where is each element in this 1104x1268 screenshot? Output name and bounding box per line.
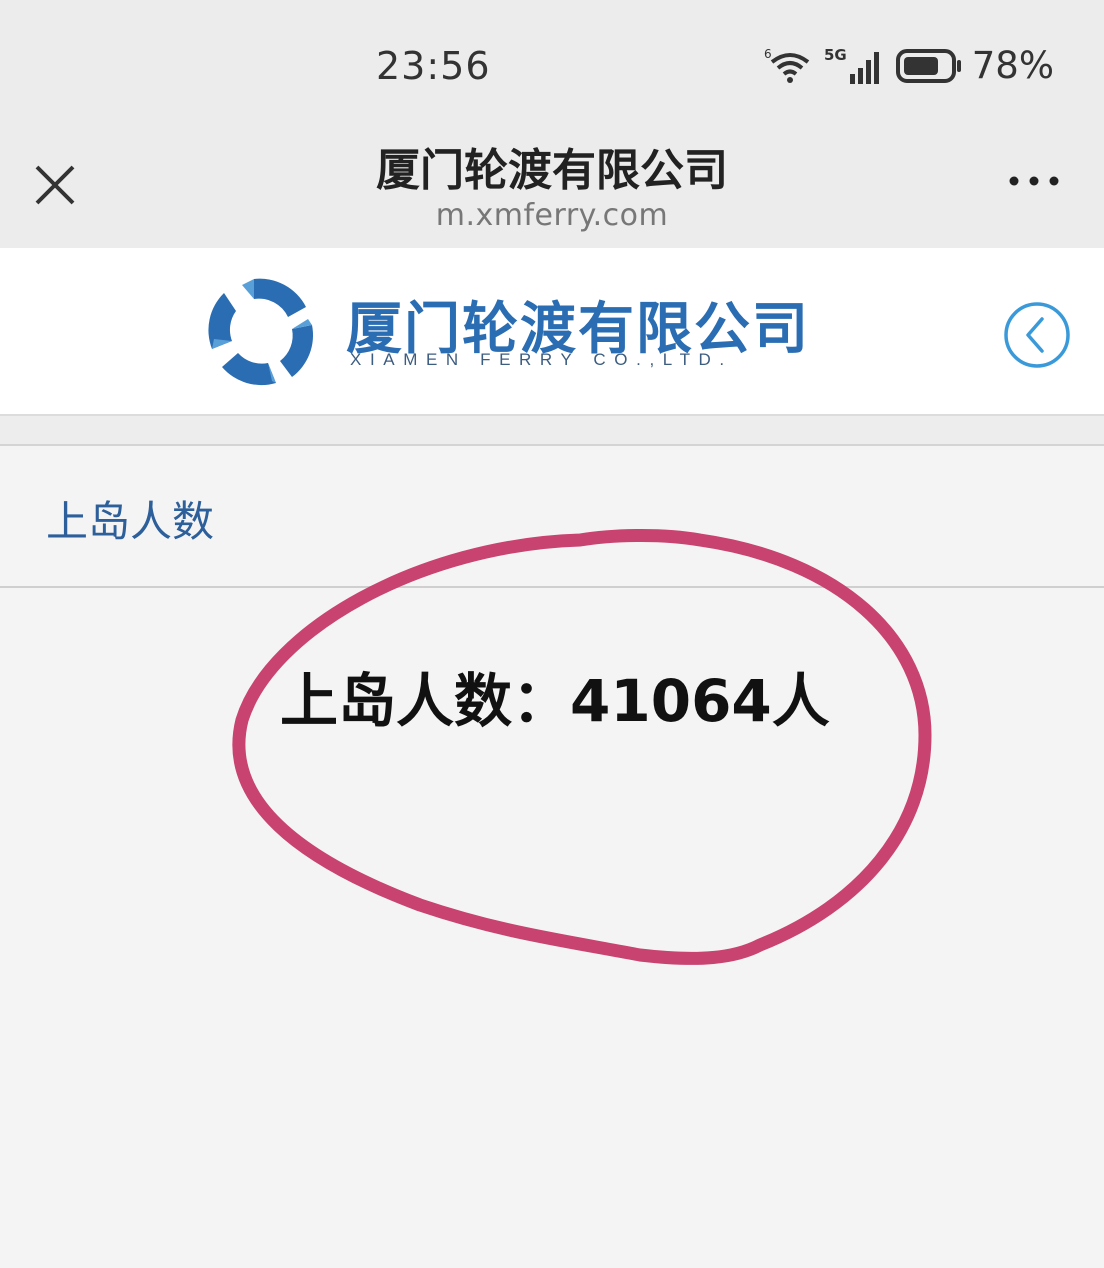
status-time: 23:56 [376,44,491,88]
ferry-logo-icon [208,278,314,386]
battery-percent: 78% [971,44,1054,87]
browser-header: 厦门轮渡有限公司 m.xmferry.com [0,120,1104,248]
status-bar: 23:56 6 5G 78% [0,0,1104,120]
cellular-signal-icon: 5G [824,46,879,84]
site-header: 厦门轮渡有限公司 XIAMEN FERRY CO.,LTD. [0,248,1104,416]
wifi-icon: 6 [764,47,809,83]
content-area: 上岛人数：41064人 [0,588,1104,1268]
status-indicators: 6 5G 78% [764,44,1054,87]
section-title: 上岛人数 [46,497,215,546]
page-url: m.xmferry.com [435,198,669,233]
svg-text:5G: 5G [824,46,847,64]
more-dots-icon [1009,176,1059,186]
section-header: 上岛人数 [0,446,1104,588]
logo-title-en: XIAMEN FERRY CO.,LTD. [350,350,733,369]
back-button[interactable] [1002,300,1072,370]
chevron-left-circle-icon [1004,302,1070,368]
visitor-count: 上岛人数：41064人 [280,667,830,735]
divider-strip [0,416,1104,446]
page-title: 厦门轮渡有限公司 [376,145,728,196]
more-button[interactable] [1004,166,1064,196]
battery-icon [895,48,961,83]
svg-text:6: 6 [764,47,772,61]
